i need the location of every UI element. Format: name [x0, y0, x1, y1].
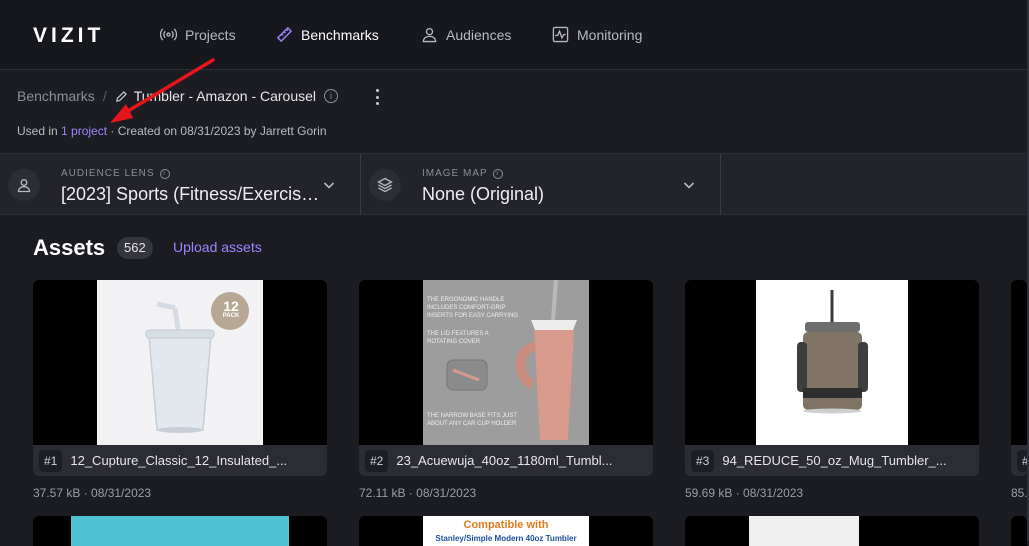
asset-card-2-footer[interactable]: #2 23_Acuewuja_40oz_1180ml_Tumbl... [359, 445, 653, 476]
assets-heading: Assets [33, 235, 106, 260]
asset-card-4-footer[interactable]: #4 [1011, 445, 1027, 476]
asset-card-2[interactable]: THE ERGONOMIC HANDLE INCLUDES COMFORT-GR… [359, 280, 653, 445]
chevron-down-icon [683, 182, 695, 189]
asset-thumbnail: 12 PACK [97, 280, 263, 445]
asset-card-3-meta: 59.69 kB · 08/31/2023 [685, 486, 804, 500]
lens-toolbar: AUDIENCE LENS i [2023] Sports (Fitness/Ex… [0, 153, 1029, 215]
asset-card-4[interactable] [1011, 280, 1027, 445]
asset-filename: 94_REDUCE_50_oz_Mug_Tumbler_... [722, 453, 947, 468]
audience-person-icon [8, 169, 40, 201]
asset-card-2-meta: 72.11 kB · 08/31/2023 [359, 486, 477, 500]
asset-card-7[interactable] [685, 516, 979, 546]
image-map-info-icon[interactable]: i [492, 168, 503, 179]
asset-thumbnail [756, 280, 908, 445]
asset-card-1[interactable]: 12 PACK [33, 280, 327, 445]
pack-label-text: PACK [222, 313, 240, 319]
asset-card-8[interactable] [1011, 516, 1027, 546]
audience-lens-label: AUDIENCE LENS i [61, 168, 170, 179]
callout-handle-text: THE ERGONOMIC HANDLE INCLUDES COMFORT-GR… [427, 297, 519, 319]
asset-rank-badge: #1 [39, 449, 63, 472]
chevron-down-icon [323, 182, 335, 189]
steel-mug-image [797, 290, 868, 414]
asset-rank-badge: #2 [365, 449, 389, 472]
upload-assets-link[interactable]: Upload assets [173, 239, 262, 255]
asset-card-1-footer[interactable]: #1 12_Cupture_Classic_12_Insulated_... [33, 445, 327, 476]
asset-card-4-meta: 85. [1011, 486, 1027, 500]
image-map-value: None (Original) [422, 184, 545, 204]
asset-card-6[interactable]: Compatible with Stanley/Simple Modern 40… [359, 516, 653, 546]
asset-thumbnail [71, 516, 289, 546]
asset-thumbnail [749, 516, 859, 546]
asset-rank-badge: #3 [691, 449, 715, 472]
asset-card-5[interactable] [33, 516, 327, 546]
compatible-text: Compatible with [463, 519, 549, 531]
pack-count-text: 12 [223, 298, 239, 314]
asset-filename: 12_Cupture_Classic_12_Insulated_... [70, 453, 288, 468]
asset-card-1-meta: 37.57 kB · 08/31/2023 [33, 486, 152, 500]
callout-lid-text: THE LID FEATURES A ROTATING COVER [427, 331, 489, 345]
assets-count-badge: 562 [117, 237, 153, 259]
asset-thumbnail: Compatible with Stanley/Simple Modern 40… [423, 516, 589, 546]
audience-lens-dropdown[interactable]: AUDIENCE LENS i [2023] Sports (Fitness/Ex… [0, 154, 361, 215]
asset-card-3[interactable] [685, 280, 979, 445]
audience-lens-info-icon[interactable]: i [159, 168, 170, 179]
image-map-label: IMAGE MAP i [422, 168, 503, 179]
compatible-subtext: Stanley/Simple Modern 40oz Tumbler [435, 534, 577, 543]
asset-thumbnail: THE ERGONOMIC HANDLE INCLUDES COMFORT-GR… [423, 280, 589, 445]
audience-lens-value: [2023] Sports (Fitness/Exercis… [61, 184, 320, 204]
asset-filename: 23_Acuewuja_40oz_1180ml_Tumbl... [396, 453, 613, 468]
callout-base-text: THE NARROW BASE FITS JUST ABOUT ANY CAR … [427, 413, 517, 427]
asset-rank-badge: #4 [1017, 449, 1027, 472]
image-map-dropdown[interactable]: IMAGE MAP i None (Original) [361, 154, 721, 215]
asset-card-3-footer[interactable]: #3 94_REDUCE_50_oz_Mug_Tumbler_... [685, 445, 979, 476]
layers-icon [369, 169, 401, 201]
